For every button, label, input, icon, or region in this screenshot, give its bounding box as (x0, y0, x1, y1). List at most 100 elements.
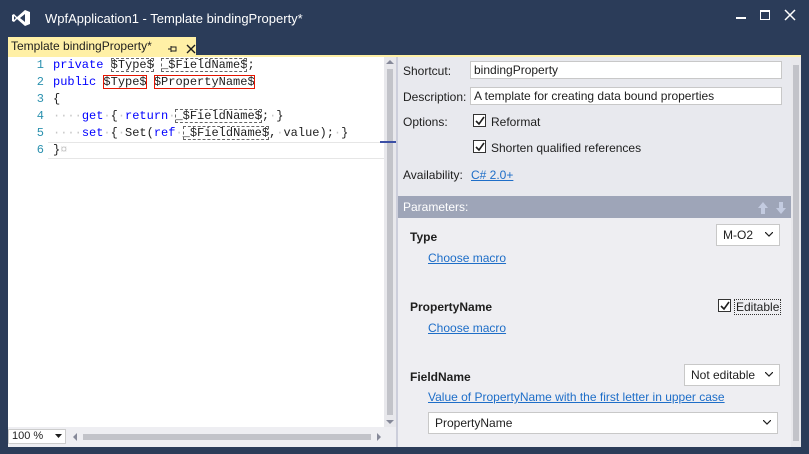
editor-vertical-scrollbar[interactable] (384, 57, 396, 427)
title-bar: WpfApplication1 - Template bindingProper… (0, 0, 809, 36)
tab-template-bindingproperty[interactable]: Template bindingProperty* (8, 37, 196, 55)
move-up-icon[interactable] (758, 202, 768, 214)
template-placeholder[interactable]: _$FieldName$ (182, 126, 270, 140)
code-line[interactable]: 6 }¤ (8, 142, 384, 159)
zoom-value: 100 % (12, 430, 44, 442)
propertyname-editable-checkbox[interactable] (718, 299, 731, 312)
code-line[interactable]: 2 public $Type$ $PropertyName$ (8, 74, 384, 91)
code-token: get (81, 109, 104, 123)
line-number: 1 (36, 58, 44, 72)
code-token: { (53, 92, 61, 106)
code-editor[interactable]: 1 private $Type$ _$FieldName$; 2 public $Ty… (8, 57, 396, 447)
scrollbar-thumb[interactable] (83, 434, 371, 440)
code-token: Set( (125, 126, 154, 140)
line-content[interactable]: }¤ (53, 142, 67, 159)
code-line[interactable]: 3{ (8, 91, 384, 108)
line-content[interactable]: private $Type$ _$FieldName$; (53, 57, 255, 74)
shorten-references-checkbox[interactable] (473, 140, 486, 153)
line-number: 6 (36, 143, 44, 157)
code-line[interactable]: 4 ····get·{·return·_$FieldName$;·} (8, 108, 384, 125)
line-number: 3 (36, 92, 44, 106)
line-content[interactable]: { (53, 91, 60, 108)
shortcut-label: Shortcut: (403, 64, 452, 78)
fieldname-source-dropdown[interactable]: PropertyName (428, 412, 778, 434)
minimize-icon[interactable] (730, 6, 752, 24)
type-choose-macro-link[interactable]: Choose macro (428, 251, 506, 265)
type-macro-dropdown[interactable]: M-O2 (716, 224, 780, 246)
code-token: set (81, 126, 104, 140)
code-token: · (103, 109, 111, 123)
description-input[interactable]: A template for creating data bound prope… (470, 87, 782, 105)
code-lines[interactable]: 1 private $Type$ _$FieldName$; 2 public $Ty… (8, 57, 386, 427)
splitter-marker (380, 141, 396, 143)
code-token: { (110, 109, 118, 123)
reformat-checkbox[interactable] (473, 114, 486, 127)
shortcut-input[interactable]: bindingProperty (470, 61, 782, 79)
code-token: ···· (53, 126, 82, 140)
chevron-down-icon (765, 372, 773, 377)
code-token: private (53, 58, 104, 72)
line-number: 4 (36, 109, 44, 123)
propertyname-choose-macro-link[interactable]: Choose macro (428, 321, 506, 335)
fieldname-source-value: PropertyName (435, 416, 513, 430)
scrollbar-thumb[interactable] (793, 65, 799, 441)
code-line[interactable]: 1 private $Type$ _$FieldName$; (8, 57, 384, 74)
line-content[interactable]: public $Type$ $PropertyName$ (53, 74, 255, 91)
propertyname-editable-label[interactable]: Editable (733, 299, 782, 315)
code-token: } (341, 126, 349, 140)
code-token: } (276, 109, 284, 123)
scroll-up-icon[interactable] (386, 59, 394, 65)
code-token: ¤ (60, 143, 68, 157)
chevron-down-icon (765, 232, 773, 237)
code-token: · (103, 126, 111, 140)
scrollbar-thumb[interactable] (387, 69, 393, 415)
code-token: ···· (53, 109, 82, 123)
parameters-list: Type M-O2 Choose macro PropertyName Edit… (398, 218, 791, 447)
code-line[interactable]: 5 ····set·{·Set(ref·_$FieldName$,·value);… (8, 125, 384, 142)
move-down-icon[interactable] (776, 202, 786, 214)
code-token: ; (261, 109, 270, 123)
availability-label: Availability: (403, 168, 463, 182)
window-title: WpfApplication1 - Template bindingProper… (45, 11, 303, 26)
code-token: · (175, 126, 183, 140)
checkmark-icon (475, 116, 485, 126)
tab-label: Template bindingProperty* (11, 39, 152, 53)
panel-vertical-scrollbar[interactable] (791, 57, 801, 447)
options-label: Options: (403, 115, 448, 129)
chevron-down-icon (55, 434, 62, 438)
close-window-icon[interactable] (779, 6, 801, 24)
template-placeholder[interactable]: _$FieldName$ (161, 58, 248, 72)
template-placeholder[interactable]: _$FieldName$ (175, 109, 262, 123)
visual-studio-logo-icon (12, 10, 30, 26)
maximize-icon[interactable] (754, 6, 776, 24)
reformat-label[interactable]: Reformat (491, 115, 540, 129)
line-content[interactable]: ····set·{·Set(ref·_$FieldName$,·value);·… (53, 125, 348, 142)
scroll-right-icon[interactable] (376, 433, 382, 441)
template-placeholder[interactable]: $PropertyName$ (153, 75, 255, 89)
code-token: public (53, 75, 97, 89)
code-token: return (125, 109, 169, 123)
fieldname-editable-value: Not editable (691, 368, 756, 382)
template-properties-panel: Shortcut: bindingProperty Description: A… (398, 57, 801, 447)
code-token: ref (153, 126, 176, 140)
code-token: ; (247, 58, 255, 72)
parameters-header-label: Parameters: (403, 200, 469, 214)
editor-horizontal-scrollbar[interactable] (70, 430, 384, 444)
zoom-dropdown[interactable]: 100 % (8, 429, 66, 444)
line-number: 5 (36, 126, 44, 140)
code-token: { (110, 126, 118, 140)
scroll-down-icon[interactable] (386, 419, 394, 425)
code-token: value); (283, 126, 334, 140)
template-placeholder[interactable]: $Type$ (103, 75, 147, 89)
chevron-down-icon (763, 420, 771, 425)
line-content[interactable]: ····get·{·return·_$FieldName$;·} (53, 108, 283, 125)
fieldname-editable-dropdown[interactable]: Not editable (684, 364, 780, 386)
shorten-references-label[interactable]: Shorten qualified references (491, 141, 641, 155)
scroll-left-icon[interactable] (72, 433, 78, 441)
editor-bottom-bar: 100 % (8, 427, 396, 447)
template-placeholder[interactable]: $Type$ (110, 58, 154, 72)
fieldname-macro-link[interactable]: Value of PropertyName with the first let… (428, 390, 725, 404)
availability-link[interactable]: C# 2.0+ (471, 168, 513, 182)
